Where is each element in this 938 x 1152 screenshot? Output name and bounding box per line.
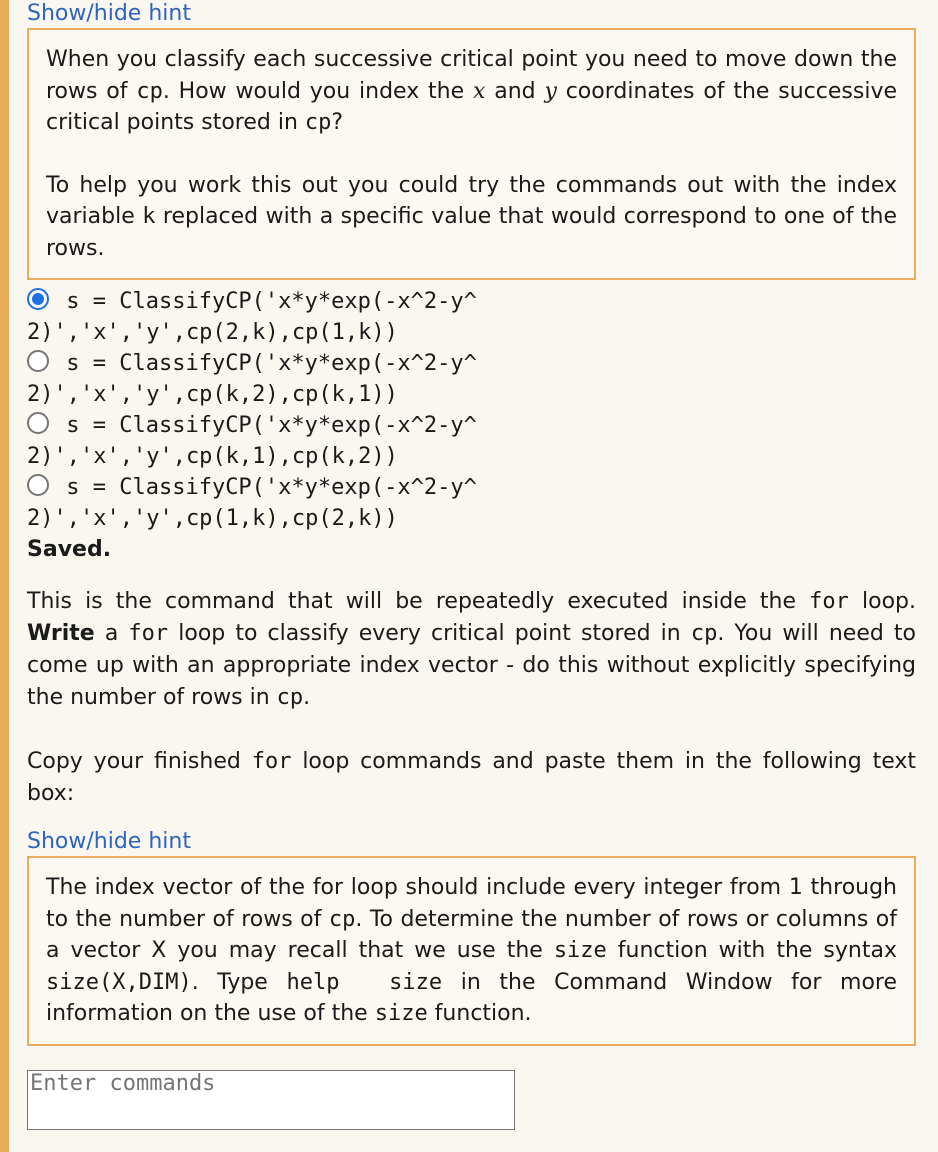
code-cp: cp [304,110,332,135]
code-size: size [553,938,607,963]
math-x: x [472,78,486,104]
show-hide-hint-link-1[interactable]: Show/hide hint [27,0,916,28]
option-label: s = ClassifyCP('x*y*exp(-x^2-y^2)','x','… [27,413,477,469]
option-2[interactable]: s = ClassifyCP('x*y*exp(-x^2-y^2)','x','… [27,348,527,410]
option-4[interactable]: s = ClassifyCP('x*y*exp(-x^2-y^2)','x','… [27,472,527,534]
hint-box-2: The index vector of the for loop should … [27,856,916,1046]
hint-1-paragraph-2: To help you work this out you could try … [46,172,897,261]
instructions-paragraph-1: This is the command that will be repeate… [27,589,917,710]
option-label: s = ClassifyCP('x*y*exp(-x^2-y^2)','x','… [27,289,477,345]
answer-options: s = ClassifyCP('x*y*exp(-x^2-y^2)','x','… [27,286,916,534]
code-for: for [128,621,169,646]
code-for: for [809,589,849,614]
code-cp: cp [276,685,304,710]
option-label: s = ClassifyCP('x*y*exp(-x^2-y^2)','x','… [27,475,477,531]
code-help-size: help size [286,969,443,995]
math-y: y [544,78,557,104]
code-size-syntax: size(X,DIM) [46,969,192,995]
show-hide-hint-link-2[interactable]: Show/hide hint [27,828,916,856]
option-1[interactable]: s = ClassifyCP('x*y*exp(-x^2-y^2)','x','… [27,286,527,348]
hint-2-paragraph: The index vector of the for loop should … [46,875,898,1026]
radio-button[interactable] [27,412,49,434]
radio-button-selected[interactable] [27,288,49,310]
saved-status: Saved. [27,537,112,562]
hint-box-1: When you classify each successive critic… [27,28,916,280]
commands-input[interactable] [27,1069,515,1130]
radio-button[interactable] [27,474,49,496]
code-for: for [251,749,292,774]
question-panel: Show/hide hint When you classify each su… [0,0,938,1152]
code-cp: cp [136,78,163,104]
option-3[interactable]: s = ClassifyCP('x*y*exp(-x^2-y^2)','x','… [27,410,527,472]
radio-button[interactable] [27,350,49,372]
code-k: k [142,204,156,229]
code-cp: cp [690,621,718,646]
bold-write: Write [27,621,95,646]
instructions-paragraph-2: Copy your finished for loop commands and… [27,749,916,806]
code-cp: cp [328,906,356,932]
hint-1-paragraph-1: When you classify each successive critic… [46,47,898,135]
code-size: size [374,1001,428,1026]
option-label: s = ClassifyCP('x*y*exp(-x^2-y^2)','x','… [27,351,477,407]
